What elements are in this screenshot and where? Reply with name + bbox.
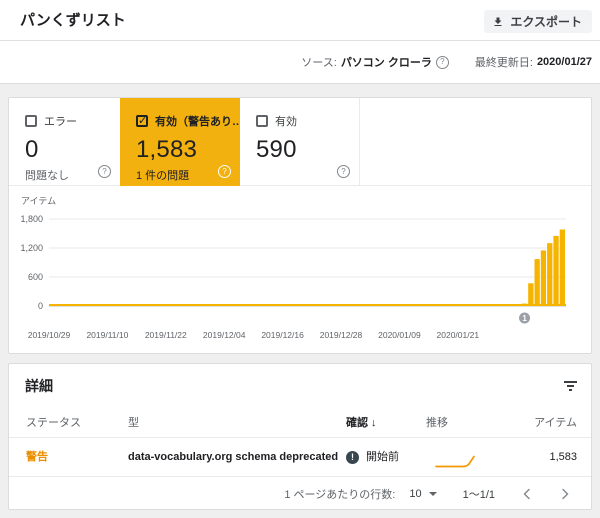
row-validation-state: ! 開始前 [346, 438, 399, 477]
svg-text:1,200: 1,200 [20, 243, 43, 253]
svg-text:1,800: 1,800 [20, 214, 43, 224]
pagination-range: 1～1/1 [462, 488, 495, 501]
items-time-series-chart[interactable]: アイテム 0 600 1,200 1,800 2019/10/29 2019/11/10 20… [9, 186, 591, 354]
checkbox-checked-icon[interactable] [136, 114, 148, 127]
rows-per-page-value: 10 [409, 487, 422, 500]
row-issue-type: data-vocabulary.org schema deprecated [128, 451, 339, 463]
sort-desc-icon: ↓ [371, 417, 377, 429]
card-valid-header: 有効 [256, 113, 359, 129]
column-header-trend[interactable]: 推移 [426, 408, 448, 438]
details-title: 詳細 [25, 378, 53, 394]
report-meta-row: ソース: パソコン クローラ ? 最終更新日: 2020/01/27 [0, 41, 600, 83]
table-row[interactable]: 警告 data-vocabulary.org schema deprecated… [9, 438, 591, 477]
svg-text:2020/01/21: 2020/01/21 [437, 330, 480, 340]
row-validation-label: 開始前 [366, 451, 399, 463]
svg-text:600: 600 [28, 272, 43, 282]
chevron-down-icon [428, 491, 437, 496]
svg-text:2019/12/16: 2019/12/16 [261, 330, 304, 340]
status-chart-panel: エラー 0 問題なし ? 有効（警告あり… 1,583 1 件の問題 ? 有効 [8, 97, 592, 354]
card-error-count: 0 [25, 136, 39, 163]
download-icon [494, 17, 502, 26]
card-warning-label: 有効（警告あり… [155, 116, 240, 128]
previous-page-button[interactable] [521, 488, 533, 500]
card-warning-header: 有効（警告あり… [136, 113, 240, 129]
chevron-left-icon [523, 488, 530, 499]
svg-text:2019/12/04: 2019/12/04 [203, 330, 246, 340]
title-row: パンくずリスト エクスポート [0, 0, 600, 41]
checkbox-unchecked-icon[interactable] [256, 115, 268, 127]
column-header-status[interactable]: ステータス [26, 408, 81, 438]
next-page-button[interactable] [559, 488, 571, 500]
help-icon[interactable]: ? [435, 55, 449, 69]
row-status-badge: 警告 [26, 451, 48, 463]
rows-per-page-label: 1 ページあたりの行数: [284, 488, 396, 501]
column-header-items[interactable]: アイテム [534, 408, 577, 438]
svg-text:2019/11/10: 2019/11/10 [86, 330, 128, 340]
column-header-validation[interactable]: 確認 ↓ [346, 408, 377, 438]
source-label: ソース: [301, 57, 337, 69]
help-icon[interactable]: ? [218, 165, 231, 178]
svg-text:2020/01/09: 2020/01/09 [378, 330, 421, 340]
chevron-right-icon [562, 488, 569, 499]
card-valid-label: 有効 [275, 116, 297, 128]
card-error[interactable]: エラー 0 問題なし ? [9, 98, 120, 186]
card-valid[interactable]: 有効 590 ? [240, 98, 360, 186]
card-error-header: エラー [25, 113, 120, 129]
details-panel: 詳細 ステータス 型 確認 ↓ 推移 アイテム 警告 data-vocabular… [8, 363, 592, 510]
page-header: パンくずリスト エクスポート ソース: パソコン クローラ ? 最終更新日: 2… [0, 0, 600, 84]
pending-exclamation-icon: ! [346, 451, 359, 464]
card-error-label: エラー [44, 116, 77, 128]
table-header: ステータス 型 確認 ↓ 推移 アイテム [9, 408, 591, 438]
export-button[interactable]: エクスポート [484, 10, 592, 33]
svg-text:2019/10/29: 2019/10/29 [28, 330, 71, 340]
last-updated-label: 最終更新日: [474, 57, 533, 69]
svg-text:アイテム: アイテム [21, 196, 56, 206]
card-valid-with-warnings[interactable]: 有効（警告あり… 1,583 1 件の問題 ? [120, 98, 240, 186]
page-title: パンくずリスト [20, 12, 126, 29]
card-warning-count: 1,583 [136, 136, 198, 163]
svg-text:2019/12/28: 2019/12/28 [320, 330, 363, 340]
help-icon[interactable]: ? [98, 165, 111, 178]
last-updated-value: 2020/01/27 [536, 56, 592, 68]
svg-text:0: 0 [38, 301, 43, 311]
export-label: エクスポート [510, 15, 582, 29]
row-items-count: 1,583 [549, 451, 577, 463]
pagination-bar: 1 ページあたりの行数: 10 1～1/1 [9, 477, 591, 510]
help-icon[interactable]: ? [337, 165, 350, 178]
checkbox-unchecked-icon[interactable] [25, 115, 37, 127]
column-header-type[interactable]: 型 [128, 408, 139, 438]
card-valid-count: 590 [256, 136, 297, 163]
svg-text:2019/11/22: 2019/11/22 [145, 330, 187, 340]
source-value: パソコン クローラ [340, 57, 432, 69]
filter-icon[interactable] [561, 377, 579, 395]
rows-per-page-select[interactable]: 10 [409, 487, 437, 500]
svg-text:1: 1 [522, 314, 527, 323]
search-console-breadcrumbs-report: パンくずリスト エクスポート ソース: パソコン クローラ ? 最終更新日: 2… [0, 0, 600, 518]
status-cards: エラー 0 問題なし ? 有効（警告あり… 1,583 1 件の問題 ? 有効 [9, 98, 591, 186]
